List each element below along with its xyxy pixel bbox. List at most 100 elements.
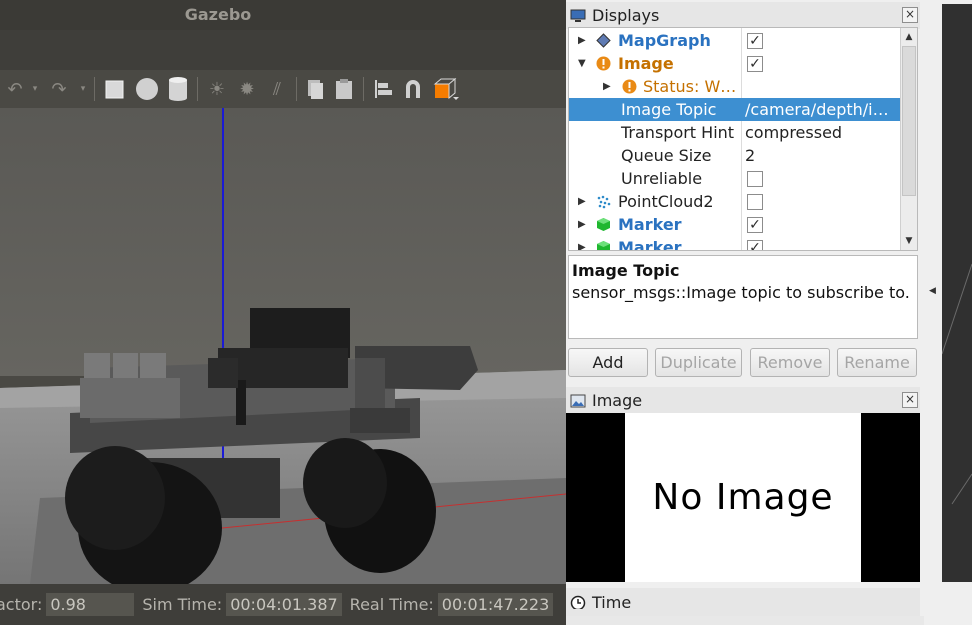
close-icon[interactable]: × (902, 7, 918, 23)
enabled-checkbox[interactable] (747, 194, 763, 210)
time-panel-title: Time (592, 592, 632, 612)
sim-time-value: 00:04:01.387 (226, 593, 342, 616)
rviz-render-view[interactable] (942, 4, 972, 582)
enabled-checkbox[interactable]: ✓ (747, 217, 763, 233)
gazebo-menubar (0, 30, 566, 70)
scroll-up-icon[interactable]: ▲ (901, 28, 917, 46)
tree-row-image-topic[interactable]: Image Topic /camera/depth/i… (569, 98, 901, 121)
image-panel-title: Image (592, 391, 643, 410)
image-icon (570, 394, 586, 407)
tree-row-marker[interactable]: ▶ Marker ✓ (569, 236, 901, 251)
directional-light-icon[interactable]: ⫽ (262, 74, 292, 104)
gazebo-toolbar: ↶ ▾ ↷ ▾ ☀ ✹ ⫽ (0, 70, 566, 108)
tree-row-pointcloud2[interactable]: ▶ PointCloud2 (569, 190, 901, 213)
scroll-down-icon[interactable]: ▼ (901, 232, 917, 250)
gazebo-3d-scene[interactable] (0, 108, 566, 584)
rviz-side-panels: Displays × ▶ MapGraph ✓ ▼ Image ✓ ▶ Stat… (566, 0, 924, 625)
warning-icon (596, 56, 611, 71)
displays-panel-header: Displays × (566, 2, 920, 29)
clock-icon (570, 595, 586, 609)
display-name: PointCloud2 (618, 192, 714, 211)
displays-title: Displays (592, 6, 660, 25)
toolbar-divider (197, 77, 198, 101)
time-panel-header: Time (566, 588, 920, 616)
expand-arrow-icon[interactable]: ▶ (578, 29, 586, 52)
tree-row-status[interactable]: ▶ Status: W… (569, 75, 901, 98)
box-icon[interactable] (99, 74, 131, 104)
property-name: Transport Hint (621, 123, 735, 142)
undo-dropdown-icon[interactable]: ▾ (28, 74, 42, 104)
tree-row-marker[interactable]: ▶ Marker ✓ (569, 213, 901, 236)
no-image-placeholder: No Image (625, 413, 861, 582)
display-name: Marker (618, 238, 682, 251)
gazebo-status-bar: actor: 0.98 Sim Time: 00:04:01.387 Real … (0, 584, 566, 625)
time-panel-body (566, 616, 924, 625)
rtf-label: actor: (0, 595, 43, 614)
image-panel-header: Image × (566, 387, 920, 414)
gazebo-window: Gazebo ↶ ▾ ↷ ▾ ☀ ✹ ⫽ actor: 0.98 Sim Tim… (0, 0, 566, 625)
remove-button[interactable]: Remove (750, 348, 830, 377)
enabled-checkbox[interactable]: ✓ (747, 56, 763, 72)
monitor-icon (570, 9, 586, 22)
snap-icon[interactable] (398, 74, 428, 104)
redo-dropdown-icon[interactable]: ▾ (76, 74, 90, 104)
sim-time-label: Sim Time: (142, 595, 223, 614)
description-title: Image Topic (572, 261, 680, 280)
tree-scrollbar[interactable]: ▲ ▼ (900, 28, 917, 250)
add-button[interactable]: Add (568, 348, 648, 377)
toolbar-divider (296, 77, 297, 101)
warning-icon (622, 79, 637, 94)
duplicate-button[interactable]: Duplicate (655, 348, 742, 377)
description-text: sensor_msgs::Image topic to subscribe to… (572, 283, 910, 302)
redo-icon[interactable]: ↷ (42, 74, 76, 104)
tree-row-unreliable[interactable]: Unreliable (569, 167, 901, 190)
close-icon[interactable]: × (902, 392, 918, 408)
green-cube-icon (597, 241, 610, 250)
copy-icon[interactable] (301, 74, 329, 104)
rviz-3d-view-edge: ◀ (924, 0, 972, 625)
property-description: Image Topic sensor_msgs::Image topic to … (568, 255, 918, 339)
pointcloud-icon (597, 195, 611, 209)
expand-arrow-icon[interactable]: ▶ (578, 213, 586, 236)
sphere-icon[interactable] (131, 74, 163, 104)
expand-arrow-icon[interactable]: ▶ (578, 236, 586, 250)
toolbar-divider (94, 77, 95, 101)
property-name: Unreliable (621, 169, 703, 188)
property-value[interactable]: 2 (745, 144, 755, 167)
expand-arrow-icon[interactable]: ▶ (603, 75, 611, 98)
property-name: Queue Size (621, 146, 712, 165)
collapse-arrow-icon[interactable]: ▼ (578, 52, 586, 75)
displays-tree[interactable]: ▶ MapGraph ✓ ▼ Image ✓ ▶ Status: W… Imag… (568, 27, 918, 251)
diamond-icon (596, 33, 611, 48)
sun-icon[interactable]: ☀ (202, 74, 232, 104)
tree-row-queue-size[interactable]: Queue Size 2 (569, 144, 901, 167)
property-value[interactable]: /camera/depth/i… (745, 98, 889, 121)
display-name: MapGraph (618, 31, 711, 50)
collapse-left-icon[interactable]: ◀ (929, 286, 936, 296)
status-label: Status: W… (643, 77, 737, 96)
enabled-checkbox[interactable]: ✓ (747, 33, 763, 49)
display-name: Image (618, 54, 674, 73)
undo-icon[interactable]: ↶ (2, 74, 28, 104)
scrollbar-thumb[interactable] (902, 46, 916, 196)
tree-row-image[interactable]: ▼ Image ✓ (569, 52, 901, 75)
property-value[interactable]: compressed (745, 121, 842, 144)
expand-arrow-icon[interactable]: ▶ (578, 190, 586, 213)
image-view: No Image (566, 413, 920, 582)
display-name: Marker (618, 215, 682, 234)
enabled-checkbox[interactable]: ✓ (747, 240, 763, 250)
view-angle-icon[interactable] (428, 74, 464, 104)
window-title: Gazebo (0, 0, 566, 30)
real-time-value: 00:01:47.223 (437, 593, 554, 616)
cylinder-icon[interactable] (163, 74, 193, 104)
tree-row-mapgraph[interactable]: ▶ MapGraph ✓ (569, 29, 901, 52)
tree-row-transport-hint[interactable]: Transport Hint compressed (569, 121, 901, 144)
point-light-icon[interactable]: ✹ (232, 74, 262, 104)
unreliable-checkbox[interactable] (747, 171, 763, 187)
real-time-label: Real Time: (349, 595, 434, 614)
align-icon[interactable] (368, 74, 398, 104)
rename-button[interactable]: Rename (837, 348, 917, 377)
property-name: Image Topic (621, 100, 717, 119)
paste-icon[interactable] (329, 74, 359, 104)
green-cube-icon (597, 218, 610, 231)
